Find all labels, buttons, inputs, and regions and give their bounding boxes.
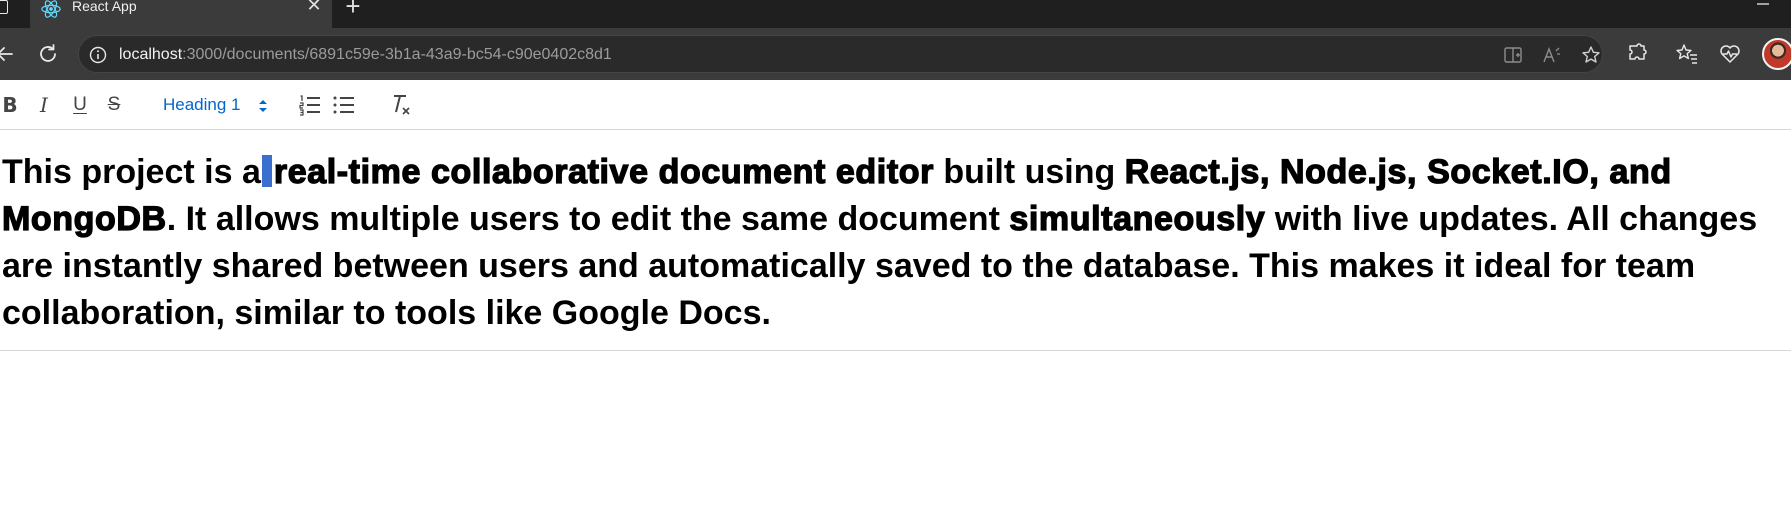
underline-button[interactable]: U bbox=[67, 92, 93, 118]
text-run-bold: real-time collaborative document editor bbox=[273, 152, 934, 191]
profile-avatar[interactable] bbox=[1762, 38, 1791, 70]
heading-select[interactable]: Heading 1 bbox=[163, 92, 273, 118]
text-run: This project is a bbox=[2, 153, 261, 191]
close-tab-icon[interactable]: ✕ bbox=[306, 0, 322, 14]
url-host: localhost bbox=[119, 46, 183, 63]
favorites-icon[interactable] bbox=[1675, 42, 1699, 66]
tab-actions-icon[interactable] bbox=[0, 0, 8, 14]
tab-title: React App bbox=[72, 0, 137, 14]
address-bar[interactable]: localhost:3000/documents/6891c59e-3b1a-4… bbox=[78, 35, 1603, 73]
heading-select-value: Heading 1 bbox=[163, 95, 241, 114]
new-tab-button[interactable]: + bbox=[342, 0, 364, 19]
text-cursor-selection bbox=[261, 155, 272, 187]
editor-area[interactable]: This project is a real-time collaborative… bbox=[0, 131, 1791, 351]
url-path: :3000/documents/6891c59e-3b1a-43a9-bc54-… bbox=[182, 46, 612, 63]
refresh-icon[interactable] bbox=[36, 42, 60, 66]
clear-formatting-icon[interactable] bbox=[388, 92, 414, 118]
text-run: built using bbox=[933, 153, 1125, 191]
editor-toolbar: B I U S Heading 1 bbox=[0, 80, 1791, 130]
favorite-star-icon[interactable] bbox=[1581, 45, 1601, 65]
document-heading[interactable]: This project is a real-time collaborative… bbox=[1, 149, 1791, 337]
bullet-list-icon[interactable] bbox=[332, 93, 356, 117]
extensions-icon[interactable] bbox=[1625, 42, 1649, 66]
split-screen-icon[interactable] bbox=[1503, 45, 1523, 65]
back-icon[interactable] bbox=[0, 43, 16, 65]
read-aloud-icon[interactable] bbox=[1542, 45, 1562, 65]
strikethrough-button[interactable]: S bbox=[101, 92, 127, 118]
browser-tab-strip: React App ✕ + bbox=[0, 0, 1791, 28]
text-run: . It allows multiple users to edit the s… bbox=[166, 200, 1010, 238]
select-caret-icon bbox=[259, 100, 267, 112]
ordered-list-icon[interactable] bbox=[298, 93, 322, 117]
url-text[interactable]: localhost:3000/documents/6891c59e-3b1a-4… bbox=[119, 46, 612, 64]
italic-button[interactable]: I bbox=[31, 92, 57, 118]
site-info-icon[interactable] bbox=[89, 46, 107, 64]
browser-essentials-icon[interactable] bbox=[1718, 42, 1742, 66]
browser-toolbar: localhost:3000/documents/6891c59e-3b1a-4… bbox=[0, 28, 1791, 80]
bold-button[interactable]: B bbox=[0, 92, 23, 118]
browser-tab[interactable]: React App ✕ bbox=[30, 0, 332, 28]
text-run-bold: simultaneously bbox=[1009, 199, 1266, 238]
react-icon bbox=[41, 0, 61, 18]
minimize-icon[interactable] bbox=[1755, 0, 1771, 12]
